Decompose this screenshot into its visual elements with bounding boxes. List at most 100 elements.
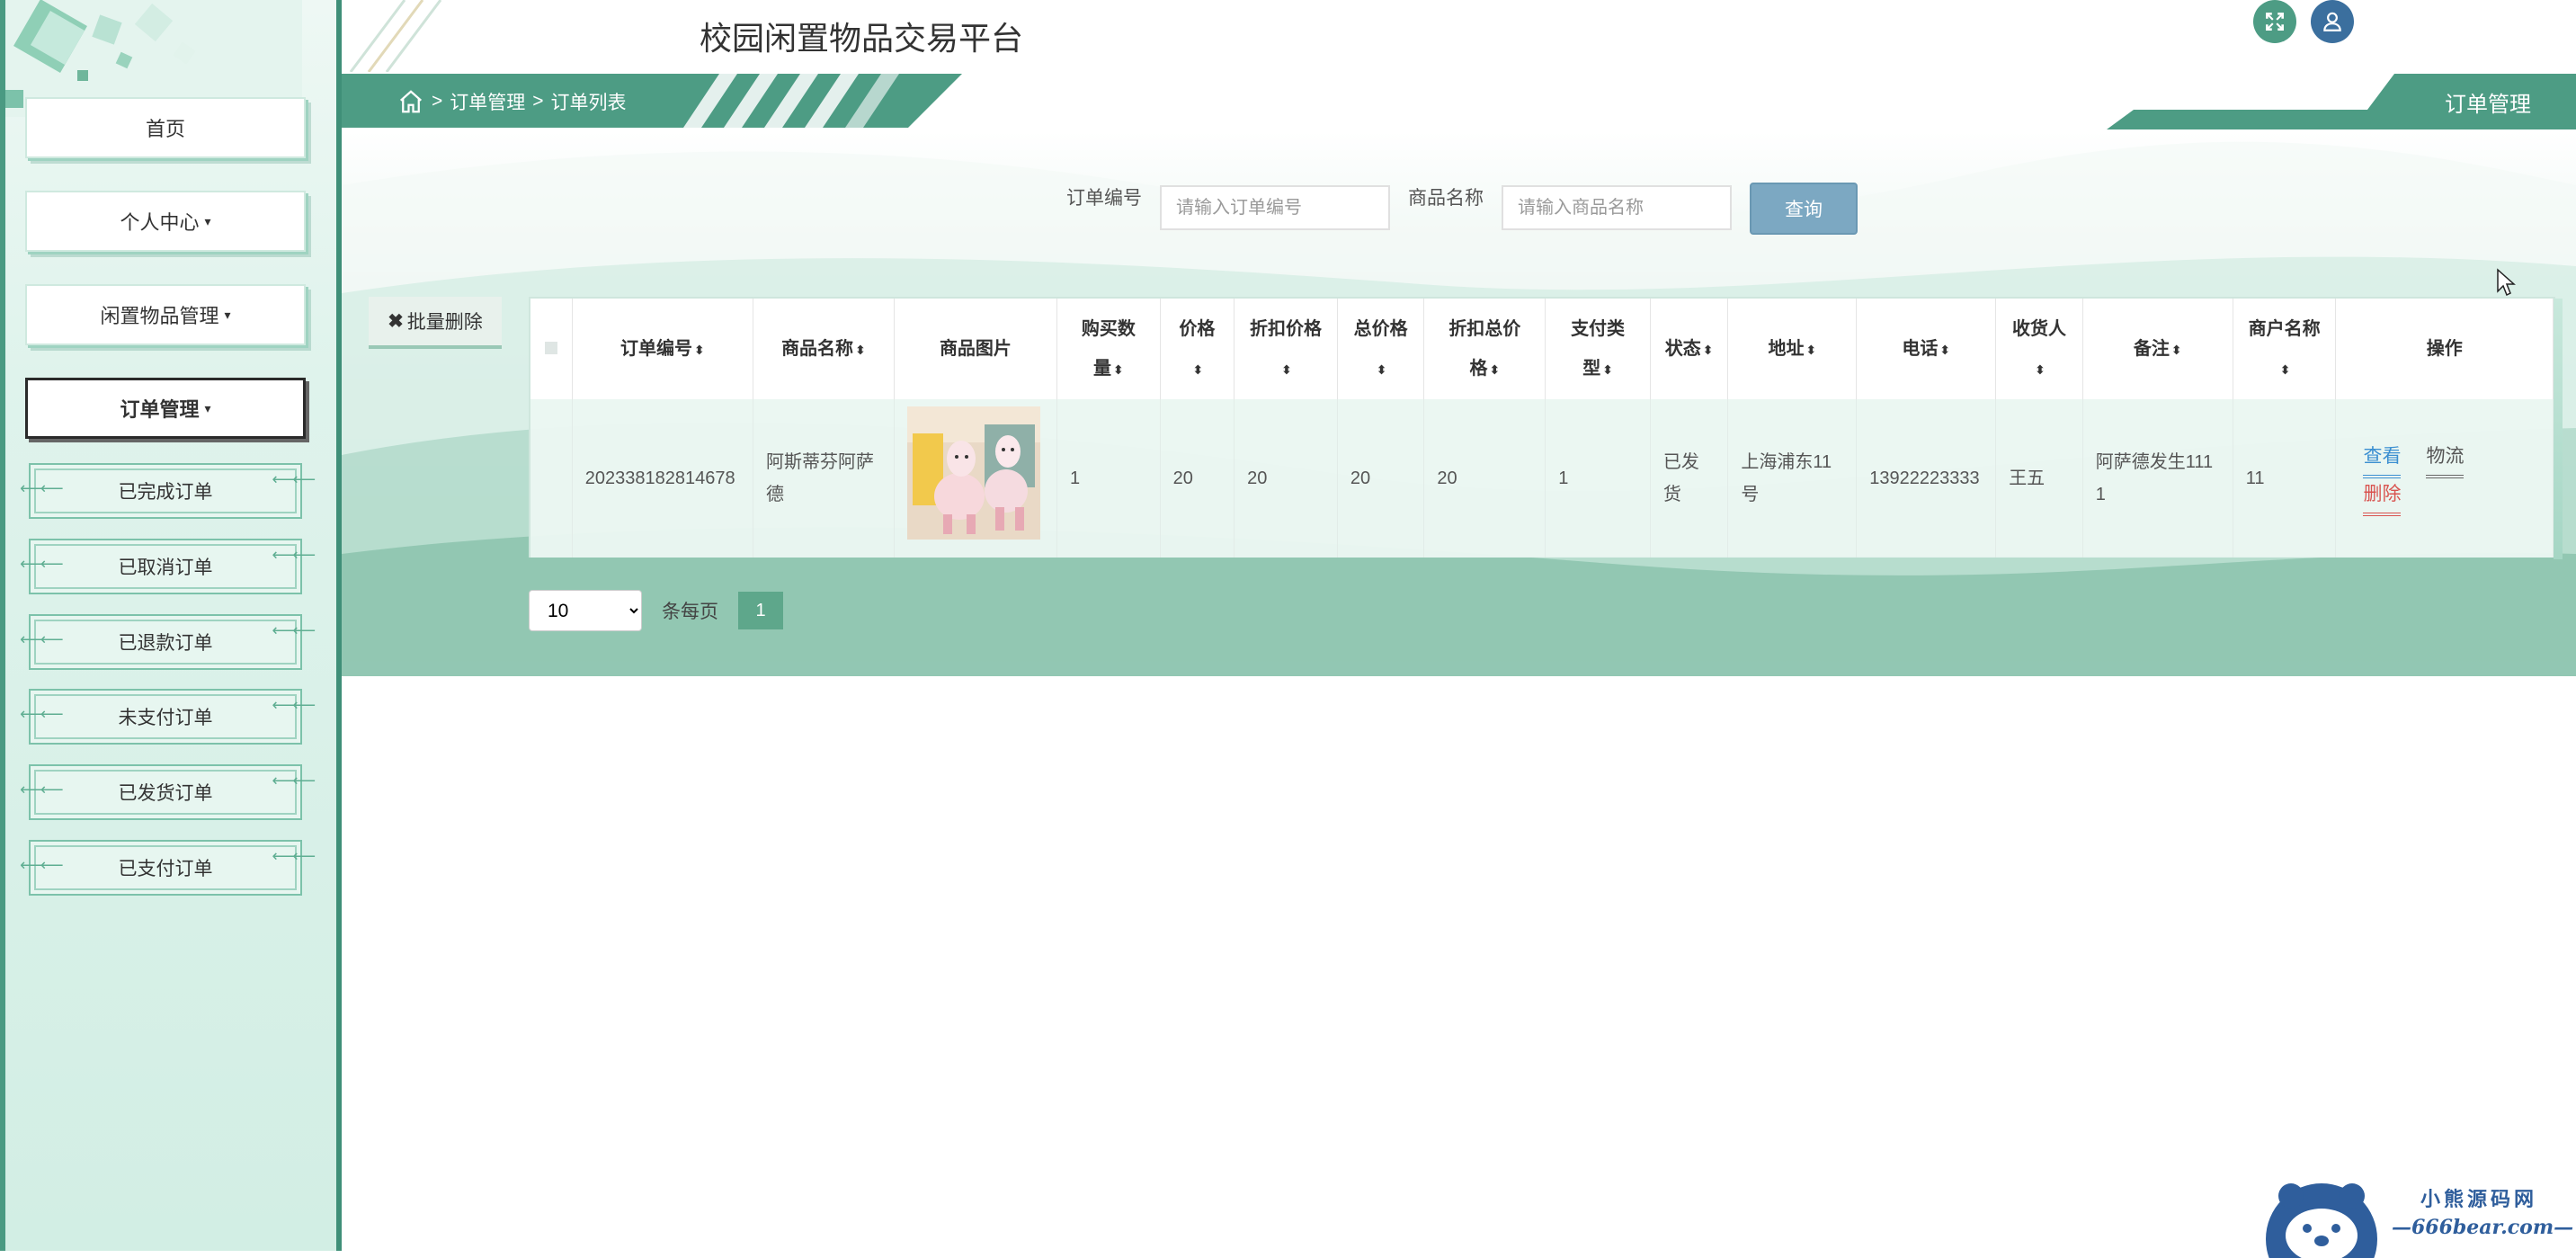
cell-discount-total: 20 (1423, 399, 1546, 558)
arrow-deco-icon: ⟵⟵ (272, 772, 316, 790)
column-header-label: 折扣总价 (1448, 318, 1521, 339)
arrow-deco-icon: ⟵⟵ (20, 705, 64, 723)
column-header[interactable]: 支付类型 ⬍ (1545, 299, 1651, 399)
mouse-cursor-icon (2497, 268, 2516, 297)
column-header-label: 支付类 (1571, 318, 1626, 339)
user-button[interactable] (2311, 0, 2354, 43)
column-header: 商品图片 (894, 299, 1057, 399)
sidebar-item-label: 订单管理 (120, 398, 200, 421)
cell-phone: 13922223333 (1856, 399, 1997, 558)
table-header-row: 订单编号 ⬍ 商品名称 ⬍ 商品图片 购买数量 ⬍ 价格 ⬍ 折扣价格 ⬍ 总价格 ⬍ 折扣… (530, 299, 2554, 399)
sidebar-subitem-label: 已完成订单 (118, 482, 213, 503)
column-header[interactable]: 商品名称 ⬍ (753, 299, 895, 399)
arrow-deco-icon: ⟵⟵ (272, 847, 316, 865)
column-header[interactable]: 折扣价格 ⬍ (1234, 299, 1338, 399)
sidebar-subitem-refunded[interactable]: ⟵⟵ 已退款订单 ⟵⟵ (20, 614, 316, 670)
sort-icon: ⬍ (2279, 361, 2291, 377)
column-header-label: 型 (1582, 358, 1601, 379)
column-header[interactable]: 价格 ⬍ (1160, 299, 1235, 399)
watermark-title: 小熊源码网 (2420, 1188, 2538, 1211)
sidebar-subitem-completed[interactable]: ⟵⟵ 已完成订单 ⟵⟵ (20, 463, 316, 519)
page-tag: 订单管理 (2445, 93, 2531, 117)
header-decoration (349, 0, 442, 72)
column-header[interactable]: 购买数量 ⬍ (1056, 299, 1161, 399)
cell-pay-type: 1 (1545, 399, 1651, 558)
sort-icon: ⬍ (1805, 342, 1817, 357)
cell-goods-image (894, 399, 1057, 558)
breadcrumb-separator: > (532, 91, 544, 112)
view-button[interactable]: 查看 (2363, 441, 2402, 478)
column-header-label: 操作 (2426, 339, 2463, 359)
column-header-label: 备注 (2133, 338, 2170, 359)
batch-delete-button[interactable]: ✖ 批量删除 (369, 297, 502, 349)
goods-image[interactable] (906, 406, 1040, 540)
goods-name-input[interactable] (1502, 185, 1732, 230)
select-all-cell[interactable] (530, 299, 573, 399)
sidebar-item-home[interactable]: 首页 (25, 97, 306, 158)
breadcrumb-current: 订单列表 (550, 93, 627, 113)
column-header[interactable]: 地址 ⬍ (1727, 299, 1858, 399)
sidebar-subitem-shipped[interactable]: ⟵⟵ 已发货订单 ⟵⟵ (20, 764, 316, 820)
delete-button[interactable]: 删除 (2363, 478, 2402, 516)
sidebar-subitem-paid[interactable]: ⟵⟵ 已支付订单 ⟵⟵ (20, 840, 316, 896)
sidebar-subitem-unpaid[interactable]: ⟵⟵ 未支付订单 ⟵⟵ (20, 689, 316, 745)
breadcrumb-decoration (683, 74, 899, 128)
sort-icon: ⬍ (2170, 342, 2182, 357)
home-icon[interactable] (397, 88, 424, 115)
logistics-button[interactable]: 物流 (2426, 441, 2465, 478)
orders-table: 订单编号 ⬍ 商品名称 ⬍ 商品图片 购买数量 ⬍ 价格 ⬍ 折扣价格 ⬍ 总价格 ⬍ 折扣… (529, 297, 2563, 559)
column-header[interactable]: 备注 ⬍ (2082, 299, 2233, 399)
caret-down-icon: ▾ (204, 213, 211, 228)
sort-icon: ⬍ (1112, 361, 1124, 377)
arrow-deco-icon: ⟵⟵ (20, 856, 64, 874)
column-header-label: 总价格 (1353, 318, 1408, 339)
sidebar-item-idle-goods[interactable]: 闲置物品管理 ▾ (25, 284, 306, 345)
column-header[interactable]: 商户名称 ⬍ (2233, 299, 2337, 399)
sort-icon: ⬍ (1602, 361, 1613, 377)
query-button[interactable]: 查询 (1750, 183, 1858, 235)
page-size-select[interactable]: 10 (529, 590, 642, 631)
top-bar (342, 0, 2576, 72)
column-header-label: 量 (1092, 358, 1111, 379)
sidebar-item-order-management[interactable]: 订单管理 ▾ (25, 378, 306, 439)
breadcrumb-parent[interactable]: 订单管理 (450, 88, 525, 115)
select-all-checkbox[interactable] (544, 342, 557, 354)
column-header[interactable]: 电话 ⬍ (1856, 299, 1997, 399)
column-header-label: 状态 (1664, 338, 1701, 359)
cell-address: 上海浦东11号 (1727, 399, 1858, 558)
goods-name-label: 商品名称 (1408, 188, 1484, 209)
cell-total-price: 20 (1337, 399, 1425, 558)
column-header[interactable]: 总价格 ⬍ (1337, 299, 1425, 399)
sidebar-subitem-label: 已取消订单 (118, 558, 213, 578)
arrow-deco-icon: ⟵⟵ (20, 555, 64, 573)
caret-down-icon: ▾ (204, 400, 211, 415)
pagination: 10 条每页 1 (529, 590, 783, 631)
column-header[interactable]: 订单编号 ⬍ (572, 299, 753, 399)
sort-icon: ⬍ (1192, 361, 1204, 377)
fullscreen-button[interactable] (2253, 0, 2296, 43)
column-header[interactable]: 折扣总价格 ⬍ (1423, 299, 1546, 399)
sidebar-subitem-label: 已支付订单 (118, 859, 213, 879)
cell-goods-name: 阿斯蒂芬阿萨德 (753, 399, 895, 558)
column-header-label: 格 (1469, 358, 1488, 379)
caret-down-icon: ▾ (224, 307, 231, 322)
page-number[interactable]: 1 (738, 592, 783, 629)
column-header-label: 商品图片 (939, 339, 1012, 359)
row-select-cell[interactable] (530, 399, 573, 558)
column-header-label: 价格 (1179, 318, 1216, 339)
column-header[interactable]: 状态 ⬍ (1650, 299, 1729, 399)
sort-icon: ⬍ (694, 342, 705, 357)
column-header[interactable]: 收货人 ⬍ (1995, 299, 2083, 399)
sidebar-subitem-cancelled[interactable]: ⟵⟵ 已取消订单 ⟵⟵ (20, 539, 316, 594)
sort-icon: ⬍ (1702, 342, 1714, 357)
close-icon: ✖ (388, 310, 404, 332)
cell-order-no: 202338182814678 (572, 399, 753, 558)
arrow-deco-icon: ⟵⟵ (20, 479, 64, 497)
order-no-input[interactable] (1160, 185, 1390, 230)
sidebar-subitem-label: 已退款订单 (118, 633, 213, 654)
column-header-label: 电话 (1902, 338, 1939, 359)
arrow-deco-icon: ⟵⟵ (272, 546, 316, 564)
fullscreen-icon (2266, 13, 2284, 31)
arrow-deco-icon: ⟵⟵ (272, 621, 316, 639)
sidebar-item-personal-center[interactable]: 个人中心 ▾ (25, 191, 306, 252)
